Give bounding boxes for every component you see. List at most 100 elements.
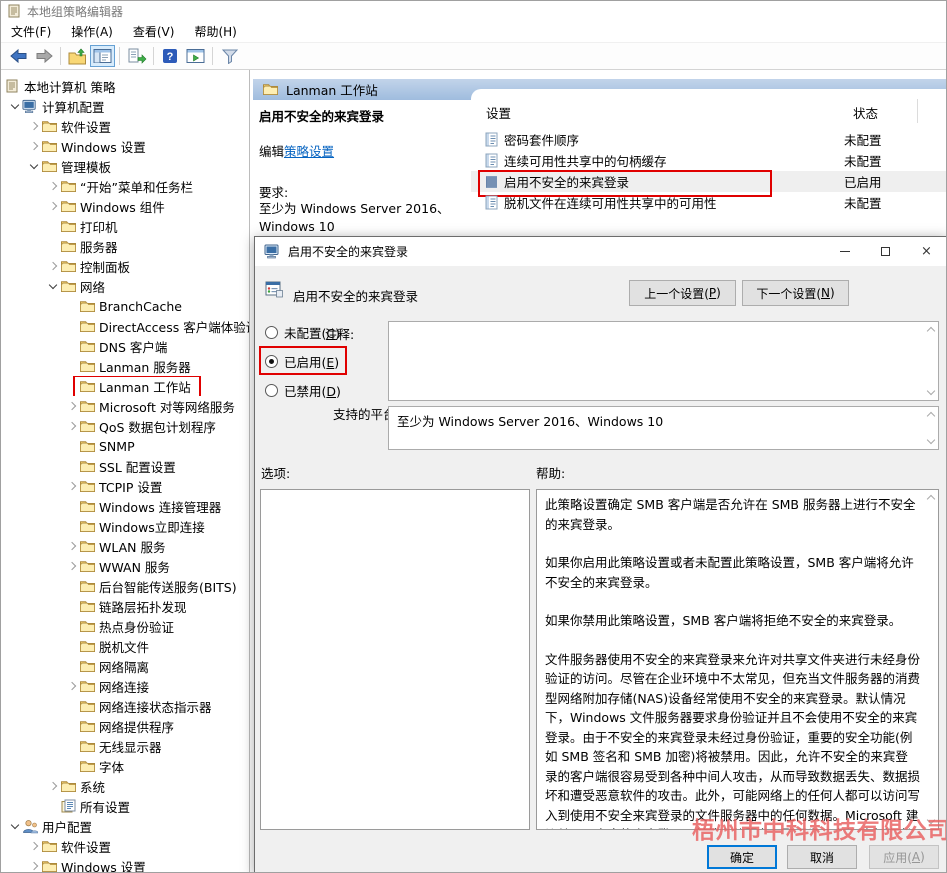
chevron-icon[interactable] xyxy=(65,339,79,353)
chevron-icon[interactable] xyxy=(46,239,60,253)
chevron-icon[interactable] xyxy=(65,679,79,693)
settings-row[interactable]: 密码套件顺序 未配置 xyxy=(471,129,946,150)
tree-item[interactable]: 字体 xyxy=(1,756,249,776)
radio-option[interactable]: 已启用(E) xyxy=(265,353,341,369)
tree-item[interactable]: Microsoft 对等网络服务 xyxy=(1,396,249,416)
scroll-up-icon[interactable] xyxy=(926,493,935,502)
tree-item[interactable]: 链路层拓扑发现 xyxy=(1,596,249,616)
tree-item[interactable]: 软件设置 xyxy=(1,836,249,856)
tree-item[interactable]: TCPIP 设置 xyxy=(1,476,249,496)
tree-item[interactable]: DNS 客户端 xyxy=(1,336,249,356)
tree-item[interactable]: Lanman 工作站 xyxy=(1,376,249,396)
chevron-icon[interactable] xyxy=(65,759,79,773)
tree-item[interactable]: BranchCache xyxy=(1,296,249,316)
tree-item[interactable]: QoS 数据包计划程序 xyxy=(1,416,249,436)
chevron-icon[interactable] xyxy=(46,219,60,233)
scroll-down-icon[interactable] xyxy=(926,817,935,826)
chevron-icon[interactable] xyxy=(65,539,79,553)
cancel-button[interactable]: 取消 xyxy=(787,845,857,869)
tree-item[interactable]: Windows 设置 xyxy=(1,136,249,156)
column-divider[interactable] xyxy=(917,99,918,123)
chevron-icon[interactable] xyxy=(46,259,60,273)
chevron-icon[interactable] xyxy=(46,279,60,293)
chevron-icon[interactable] xyxy=(65,459,79,473)
window-titlebar[interactable]: 本地组策略编辑器 xyxy=(1,1,946,21)
close-button[interactable]: × xyxy=(906,237,947,266)
chevron-icon[interactable] xyxy=(65,599,79,613)
menu-item[interactable]: 帮助(H) xyxy=(184,20,246,43)
scroll-down-icon[interactable] xyxy=(926,437,935,446)
chevron-icon[interactable] xyxy=(8,819,22,833)
column-header-setting[interactable]: 设置 xyxy=(486,103,511,122)
folder-up-icon[interactable] xyxy=(65,45,90,67)
scroll-down-icon[interactable] xyxy=(926,388,935,397)
tree-item[interactable]: 网络 xyxy=(1,276,249,296)
chevron-icon[interactable] xyxy=(65,719,79,733)
tree-item[interactable]: 网络连接状态指示器 xyxy=(1,696,249,716)
radio-circle-icon[interactable] xyxy=(265,355,278,368)
tree-item[interactable]: 后台智能传送服务(BITS) xyxy=(1,576,249,596)
tree-item[interactable]: 服务器 xyxy=(1,236,249,256)
tree-item[interactable]: 本地计算机 策略 xyxy=(1,76,249,96)
chevron-icon[interactable] xyxy=(46,199,60,213)
chevron-icon[interactable] xyxy=(65,419,79,433)
back-arrow-icon[interactable] xyxy=(6,45,31,67)
chevron-icon[interactable] xyxy=(65,299,79,313)
chevron-icon[interactable] xyxy=(27,159,41,173)
chevron-icon[interactable] xyxy=(27,139,41,153)
supported-on-textarea[interactable]: 至少为 Windows Server 2016、Windows 10 xyxy=(388,406,939,450)
minimize-button[interactable] xyxy=(824,237,865,266)
radio-option[interactable]: 已禁用(D) xyxy=(265,382,341,398)
tree-item[interactable]: 用户配置 xyxy=(1,816,249,836)
settings-row[interactable]: 连续可用性共享中的句柄缓存 未配置 xyxy=(471,150,946,171)
tree-item[interactable]: 计算机配置 xyxy=(1,96,249,116)
chevron-icon[interactable] xyxy=(65,559,79,573)
previous-setting-button[interactable]: 上一个设置(P) xyxy=(629,280,736,306)
chevron-icon[interactable] xyxy=(46,799,60,813)
tree-item[interactable]: 所有设置 xyxy=(1,796,249,816)
tree-item[interactable]: 管理模板 xyxy=(1,156,249,176)
tree-item[interactable]: 打印机 xyxy=(1,216,249,236)
tree-item[interactable]: SSL 配置设置 xyxy=(1,456,249,476)
chevron-icon[interactable] xyxy=(65,439,79,453)
tree-item[interactable]: 热点身份验证 xyxy=(1,616,249,636)
chevron-icon[interactable] xyxy=(65,619,79,633)
forward-arrow-icon[interactable] xyxy=(31,45,56,67)
tree-item[interactable]: 脱机文件 xyxy=(1,636,249,656)
dialog-titlebar[interactable]: 启用不安全的来宾登录 × xyxy=(255,237,947,266)
show-console-tree-icon[interactable] xyxy=(90,45,115,67)
radio-circle-icon[interactable] xyxy=(265,384,278,397)
chevron-icon[interactable] xyxy=(8,99,22,113)
chevron-icon[interactable] xyxy=(65,379,79,393)
maximize-button[interactable] xyxy=(865,237,906,266)
next-setting-button[interactable]: 下一个设置(N) xyxy=(742,280,849,306)
chevron-icon[interactable] xyxy=(27,839,41,853)
chevron-icon[interactable] xyxy=(65,659,79,673)
menu-item[interactable]: 操作(A) xyxy=(61,20,123,43)
chevron-icon[interactable] xyxy=(1,79,4,93)
column-header-status[interactable]: 状态 xyxy=(853,103,878,122)
export-list-icon[interactable] xyxy=(124,45,149,67)
policy-setting-link[interactable]: 策略设置 xyxy=(284,144,334,159)
tree-item[interactable]: 网络提供程序 xyxy=(1,716,249,736)
tree-item[interactable]: Windows 连接管理器 xyxy=(1,496,249,516)
radio-circle-icon[interactable] xyxy=(265,326,278,339)
settings-row[interactable]: 脱机文件在连续可用性共享中的可用性 未配置 xyxy=(471,192,946,213)
comment-textarea[interactable] xyxy=(388,321,939,401)
help-panel[interactable]: 此策略设置确定 SMB 客户端是否允许在 SMB 服务器上进行不安全的来宾登录。… xyxy=(536,489,939,830)
scroll-up-icon[interactable] xyxy=(926,325,935,334)
tree-item[interactable]: 系统 xyxy=(1,776,249,796)
help-icon[interactable]: ? xyxy=(158,45,183,67)
tree-item[interactable]: WWAN 服务 xyxy=(1,556,249,576)
settings-row[interactable]: 启用不安全的来宾登录 已启用 xyxy=(471,171,946,192)
chevron-icon[interactable] xyxy=(65,399,79,413)
ok-button[interactable]: 确定 xyxy=(707,845,777,869)
chevron-icon[interactable] xyxy=(46,179,60,193)
chevron-icon[interactable] xyxy=(65,739,79,753)
tree-item[interactable]: 无线显示器 xyxy=(1,736,249,756)
chevron-icon[interactable] xyxy=(65,359,79,373)
chevron-icon[interactable] xyxy=(65,579,79,593)
tree-item[interactable]: Windows立即连接 xyxy=(1,516,249,536)
tree-item[interactable]: WLAN 服务 xyxy=(1,536,249,556)
chevron-icon[interactable] xyxy=(65,519,79,533)
